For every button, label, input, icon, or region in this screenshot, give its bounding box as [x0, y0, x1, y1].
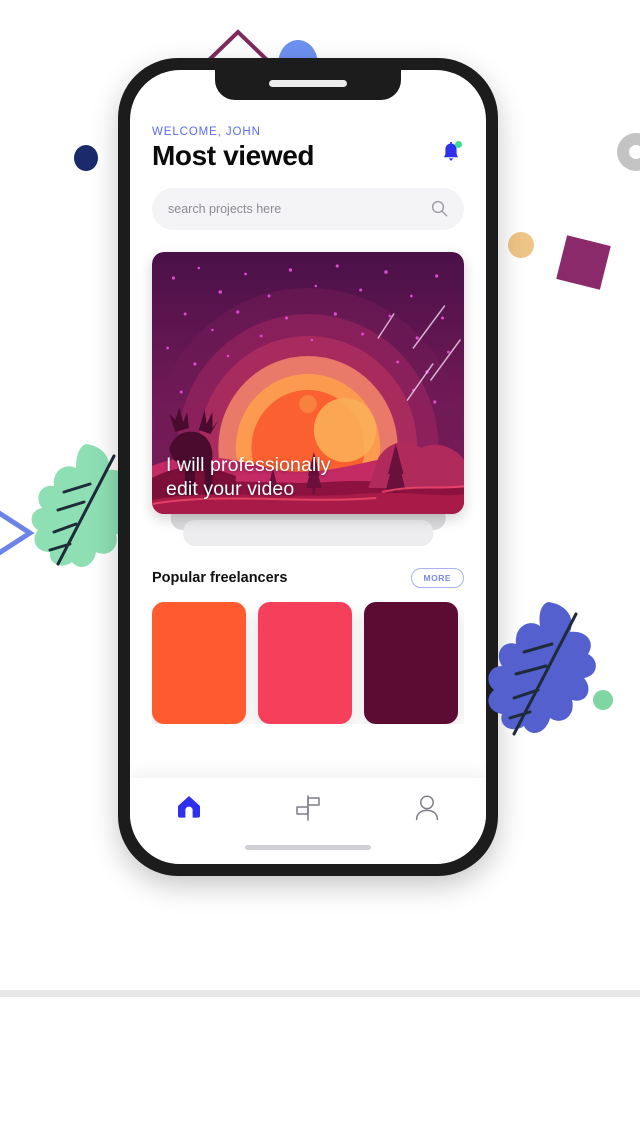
search-input[interactable]: search projects here — [152, 187, 464, 230]
home-indicator — [245, 845, 371, 850]
gray-ring-decoration — [617, 133, 640, 171]
hero-caption-line1: I will professionally — [166, 454, 331, 477]
search-icon — [431, 201, 448, 217]
welcome-label: WELCOME, JOHN — [152, 126, 261, 138]
freelancer-card-list[interactable] — [152, 601, 464, 724]
navy-dot-decoration — [74, 145, 98, 171]
search-placeholder: search projects here — [168, 201, 282, 216]
phone-screen: WELCOME, JOHN Most viewed search project… — [130, 70, 486, 864]
app-header: WELCOME, JOHN Most viewed — [152, 126, 464, 172]
hero-card[interactable]: I will professionally edit your video — [152, 251, 464, 514]
bottom-navigation — [130, 778, 486, 864]
phone-notch — [215, 70, 401, 100]
more-button[interactable]: MORE — [410, 567, 464, 588]
hero-card-deck: I will professionally edit your video — [152, 251, 464, 546]
maroon-square-decoration — [556, 235, 611, 290]
popular-freelancers-header: Popular freelancers MORE — [152, 567, 464, 588]
header-text-block: WELCOME, JOHN Most viewed — [152, 126, 314, 172]
blue-leaf-decoration — [488, 602, 596, 736]
freelancer-card-3[interactable] — [364, 601, 458, 724]
freelancer-card-2[interactable] — [258, 601, 352, 724]
hero-caption-line2: edit your video — [166, 478, 295, 501]
page-title: Most viewed — [152, 140, 315, 171]
home-icon — [178, 796, 201, 818]
notification-badge-dot — [455, 141, 462, 148]
phone-speaker — [269, 80, 347, 87]
nav-explore[interactable] — [280, 794, 336, 822]
freelancer-card-1[interactable] — [152, 601, 246, 724]
deck-layer-third — [183, 519, 433, 546]
page-root: WELCOME, JOHN Most viewed search project… — [0, 0, 640, 1138]
phone-frame: WELCOME, JOHN Most viewed search project… — [118, 58, 498, 876]
hero-caption: I will professionally edit your video — [166, 454, 450, 502]
app-content: WELCOME, JOHN Most viewed search project… — [130, 70, 486, 864]
page-divider — [0, 990, 640, 997]
person-icon — [415, 795, 438, 821]
nav-home[interactable] — [161, 794, 217, 818]
signpost-icon — [296, 795, 320, 821]
tan-dot-decoration — [508, 232, 534, 258]
notification-button[interactable] — [442, 141, 462, 168]
section-title: Popular freelancers — [152, 569, 288, 586]
nav-profile[interactable] — [399, 794, 455, 822]
